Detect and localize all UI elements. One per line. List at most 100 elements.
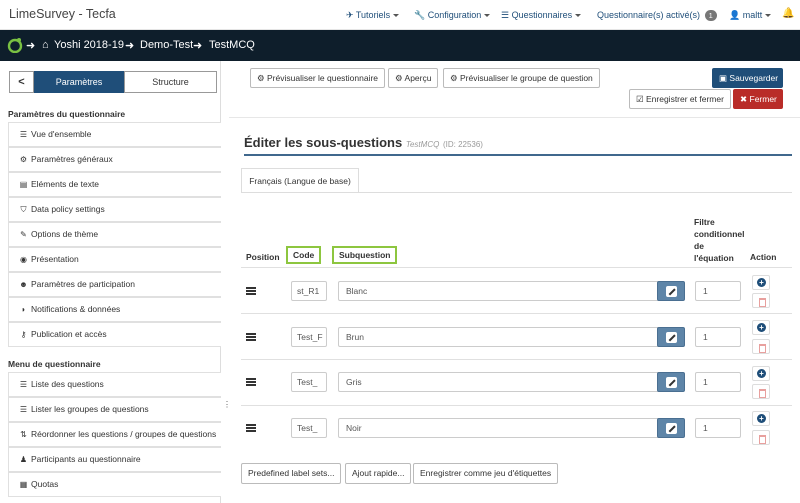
- toolbar-divider: [229, 117, 800, 118]
- delete-row-button[interactable]: [752, 430, 770, 445]
- sidebar-item-label: Participants au questionnaire: [31, 454, 141, 464]
- list-icon: ☰: [19, 405, 28, 414]
- arrow-right-icon: ➜: [125, 40, 135, 52]
- sidebar-item-presentation[interactable]: ◉ Présentation: [8, 247, 221, 272]
- save-close-button[interactable]: ☑ Enregistrer et fermer: [629, 89, 731, 109]
- sidebar-item-participation[interactable]: ☻ Paramètres de participation: [8, 272, 221, 297]
- breadcrumb-question[interactable]: TestMCQ: [209, 39, 255, 51]
- breadcrumb-group[interactable]: Yoshi 2018-19: [54, 39, 124, 51]
- edit-pencil-button[interactable]: [657, 327, 685, 347]
- header-subquestion: Subquestion: [332, 246, 398, 264]
- shield-icon: ⛉: [20, 205, 27, 214]
- sidebar-item-quotas[interactable]: ▦ Quotas: [8, 472, 221, 497]
- menu-configuration-label: Configuration: [427, 10, 482, 20]
- sidebar-resize-handle[interactable]: ⋮: [223, 400, 231, 409]
- code-input[interactable]: Test_: [291, 418, 327, 438]
- tab-divider: [241, 192, 792, 193]
- preview-survey-button[interactable]: ⚙ Prévisualiser le questionnaire: [250, 68, 386, 88]
- add-row-button[interactable]: [752, 366, 770, 381]
- menu-user[interactable]: 👤 maltt: [729, 10, 772, 21]
- bell-icon[interactable]: 🔔: [782, 8, 794, 19]
- sidebar-item-group-list[interactable]: ☰ Lister les groupes de questions: [8, 397, 221, 422]
- check-square-icon: ☑: [636, 94, 644, 104]
- breadcrumb: ➜ ⌂ Yoshi 2018-19 ➜ Demo-Test ➜ TestMCQ: [0, 30, 800, 61]
- menu-tutoriels[interactable]: ✈ Tutoriels: [346, 10, 400, 21]
- sidebar-item-label: Vue d'ensemble: [31, 129, 92, 139]
- sidebar-item-label: Paramètres de participation: [31, 279, 135, 289]
- header-rule: [241, 267, 792, 268]
- menu-configuration[interactable]: 🔧 Configuration: [414, 10, 491, 21]
- menu-questionnaires-label: Questionnaires: [511, 10, 573, 20]
- gear-icon: ⚙: [395, 73, 403, 83]
- sidebar-item-reorder[interactable]: ⇅ Réordonner les questions / groupes de q…: [8, 422, 221, 447]
- code-input[interactable]: Test_: [291, 372, 327, 392]
- sidebar-item-publication[interactable]: ⚷ Publication et accès: [8, 322, 221, 347]
- predefined-label-sets-button[interactable]: Predefined label sets...: [241, 463, 342, 484]
- delete-row-button[interactable]: [752, 384, 770, 399]
- add-row-button[interactable]: [752, 275, 770, 290]
- active-count-badge: 1: [704, 10, 717, 21]
- top-navbar: LimeSurvey - Tecfa ✈ Tutoriels 🔧 Configu…: [0, 0, 800, 30]
- sidebar-item-label: Eléments de texte: [31, 179, 100, 189]
- sidebar-item-label: Notifications & données: [31, 304, 121, 314]
- drag-handle-icon[interactable]: [246, 378, 256, 386]
- add-row-button[interactable]: [752, 320, 770, 335]
- sidebar-item-question-list[interactable]: ☰ Liste des questions: [8, 372, 221, 397]
- eye-icon: ◉: [20, 255, 27, 264]
- subquestion-input[interactable]: Brun: [338, 327, 683, 347]
- save-as-label-set-button[interactable]: Enregistrer comme jeu d'étiquettes: [413, 463, 559, 484]
- collapse-sidebar-button[interactable]: <: [9, 71, 34, 93]
- filter-input[interactable]: 1: [695, 281, 741, 301]
- sidebar-item-theme-options[interactable]: ✎ Options de thème: [8, 222, 221, 247]
- page-title: Éditer les sous-questions TestMCQ (ID: 2…: [244, 135, 483, 150]
- header-filter-line: conditionnel: [694, 229, 745, 239]
- save-button[interactable]: ▣ Sauvegarder: [712, 68, 783, 88]
- sidebar-item-notifications[interactable]: ◗ Notifications & données: [8, 297, 221, 322]
- breadcrumb-survey[interactable]: Demo-Test: [140, 39, 193, 51]
- subquestion-input[interactable]: Noir: [338, 418, 683, 438]
- menu-questionnaires[interactable]: ☰ Questionnaires: [501, 10, 582, 21]
- sidebar-item-general-settings[interactable]: ⚙ Paramètres généraux: [8, 147, 221, 172]
- limesurvey-logo-icon[interactable]: [7, 37, 23, 53]
- sidebar-toggle-group: < Paramètres Structure: [9, 71, 217, 93]
- caret-down-icon: [575, 14, 582, 18]
- edit-pencil-button[interactable]: [657, 281, 685, 301]
- filter-input[interactable]: 1: [695, 372, 741, 392]
- close-button[interactable]: ✖ Fermer: [733, 89, 783, 109]
- sidebar-item-label: Lister les groupes de questions: [31, 404, 149, 414]
- subquestion-input[interactable]: Blanc: [338, 281, 683, 301]
- brand-title[interactable]: LimeSurvey - Tecfa: [9, 7, 116, 21]
- caret-down-icon: [484, 14, 491, 18]
- tab-structure[interactable]: Structure: [124, 71, 217, 93]
- quick-add-button[interactable]: Ajout rapide...: [345, 463, 412, 484]
- user-icon: ♟: [19, 455, 28, 464]
- edit-pencil-button[interactable]: [657, 418, 685, 438]
- code-input[interactable]: st_R1: [291, 281, 327, 301]
- tab-language-french[interactable]: Français (Langue de base): [241, 168, 359, 192]
- edit-pencil-button[interactable]: [657, 372, 685, 392]
- rss-icon: ◗: [21, 305, 26, 314]
- drag-handle-icon[interactable]: [246, 333, 256, 341]
- delete-row-button[interactable]: [752, 293, 770, 308]
- drag-handle-icon[interactable]: [246, 424, 256, 432]
- sidebar-item-overview[interactable]: ☰ Vue d'ensemble: [8, 122, 221, 147]
- add-row-button[interactable]: [752, 411, 770, 426]
- sidebar-item-data-policy[interactable]: ⛉ Data policy settings: [8, 197, 221, 222]
- active-surveys-label: Questionnaire(s) activé(s): [597, 10, 701, 20]
- arrow-right-icon: ➜: [193, 40, 203, 52]
- tab-parametres[interactable]: Paramètres: [34, 71, 124, 93]
- preview-group-button[interactable]: ⚙ Prévisualiser le groupe de question: [443, 68, 600, 88]
- wrench-icon: 🔧: [414, 10, 426, 20]
- sidebar-item-participants[interactable]: ♟ Participants au questionnaire: [8, 447, 221, 472]
- menu-active-surveys[interactable]: Questionnaire(s) activé(s) 1: [597, 10, 717, 21]
- filter-input[interactable]: 1: [695, 418, 741, 438]
- apercu-button[interactable]: ⚙ Aperçu: [388, 68, 439, 88]
- filter-input[interactable]: 1: [695, 327, 741, 347]
- delete-row-button[interactable]: [752, 339, 770, 354]
- sidebar-item-text-elements[interactable]: ▤ Eléments de texte: [8, 172, 221, 197]
- sidebar-item-label: Publication et accès: [31, 329, 107, 339]
- drag-handle-icon[interactable]: [246, 287, 256, 295]
- reorder-icon: ⇅: [20, 430, 27, 439]
- code-input[interactable]: Test_F: [291, 327, 327, 347]
- subquestion-input[interactable]: Gris: [338, 372, 683, 392]
